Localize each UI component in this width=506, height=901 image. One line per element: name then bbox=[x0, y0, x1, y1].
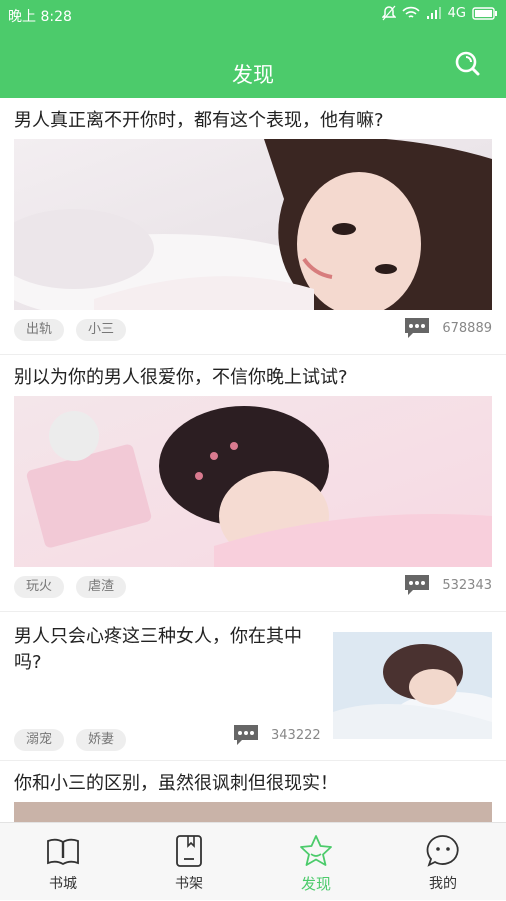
comment-meta: 343222 bbox=[233, 724, 321, 746]
alarm-icon bbox=[381, 5, 396, 21]
bookshelf-icon bbox=[176, 835, 202, 867]
tab-label: 书城 bbox=[49, 876, 77, 892]
comment-meta: 678889 bbox=[404, 317, 492, 339]
comment-icon[interactable] bbox=[404, 574, 430, 596]
article-card[interactable]: 男人真正离不开你时，都有这个表现，他有嘛? 出轨 小三 678889 bbox=[0, 98, 506, 355]
search-icon[interactable] bbox=[454, 50, 480, 76]
article-image bbox=[14, 396, 492, 567]
status-bar: 晚上 8:28 4G bbox=[0, 0, 506, 30]
status-icons: 4G bbox=[381, 5, 498, 21]
article-image bbox=[14, 139, 492, 310]
tab-bookshelf[interactable]: 书架 bbox=[126, 823, 252, 901]
app-header: 发现 bbox=[0, 30, 506, 98]
comment-count: 678889 bbox=[442, 320, 492, 336]
tag-list: 出轨 小三 bbox=[14, 319, 127, 341]
bottom-tab-bar: 书城 书架 发现 我的 bbox=[0, 822, 506, 900]
book-open-icon bbox=[47, 838, 79, 866]
article-image bbox=[14, 802, 492, 822]
tag[interactable]: 溺宠 bbox=[14, 729, 65, 751]
tab-bookstore[interactable]: 书城 bbox=[0, 823, 126, 901]
comment-count: 343222 bbox=[271, 727, 321, 743]
status-time: 晚上 8:28 bbox=[8, 9, 72, 25]
tab-label: 我的 bbox=[429, 876, 457, 892]
tag[interactable]: 娇妻 bbox=[76, 729, 127, 751]
tag-list: 溺宠 娇妻 bbox=[14, 729, 127, 751]
network-type: 4G bbox=[447, 5, 466, 21]
article-card[interactable]: 男人只会心疼这三种女人，你在其中吗? 溺宠 娇妻 343222 bbox=[0, 612, 506, 761]
article-title: 男人真正离不开你时，都有这个表现，他有嘛? bbox=[14, 110, 384, 131]
comment-icon[interactable] bbox=[404, 317, 430, 339]
tab-label: 书架 bbox=[175, 876, 203, 892]
article-thumbnail bbox=[333, 632, 492, 739]
tag[interactable]: 虐渣 bbox=[76, 576, 127, 598]
tab-discover[interactable]: 发现 bbox=[253, 823, 379, 901]
page-title: 发现 bbox=[232, 63, 274, 87]
tag[interactable]: 小三 bbox=[76, 319, 127, 341]
article-title: 别以为你的男人很爱你，不信你晚上试试? bbox=[14, 367, 348, 388]
wifi-icon bbox=[402, 6, 420, 18]
comment-icon[interactable] bbox=[233, 724, 259, 746]
tab-profile[interactable]: 我的 bbox=[380, 823, 506, 901]
discover-feed: 男人真正离不开你时，都有这个表现，他有嘛? 出轨 小三 678889 别以为你的… bbox=[0, 98, 506, 822]
article-card[interactable]: 你和小三的区别，虽然很讽刺但很现实！ bbox=[0, 761, 506, 822]
comment-meta: 532343 bbox=[404, 574, 492, 596]
article-title: 你和小三的区别，虽然很讽刺但很现实！ bbox=[14, 773, 338, 794]
tag[interactable]: 出轨 bbox=[14, 319, 65, 341]
battery-icon bbox=[472, 6, 497, 20]
article-title: 男人只会心疼这三种女人，你在其中吗? bbox=[14, 626, 302, 673]
tag-list: 玩火 虐渣 bbox=[14, 576, 127, 598]
star-icon bbox=[300, 835, 332, 866]
tab-label: 发现 bbox=[300, 875, 331, 893]
signal-icon bbox=[426, 7, 441, 19]
chat-bubble-icon bbox=[426, 835, 459, 867]
comment-count: 532343 bbox=[442, 577, 492, 593]
tag[interactable]: 玩火 bbox=[14, 576, 65, 598]
article-card[interactable]: 别以为你的男人很爱你，不信你晚上试试? 玩火 虐渣 532343 bbox=[0, 355, 506, 612]
